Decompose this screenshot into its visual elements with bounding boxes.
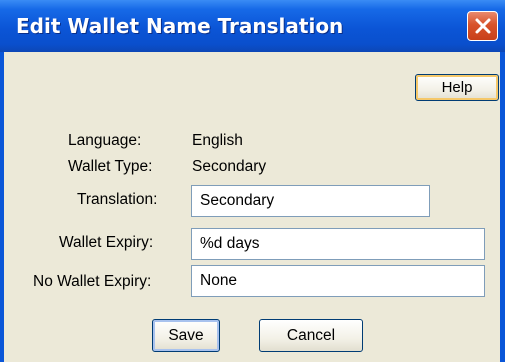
close-button[interactable] <box>467 11 498 41</box>
cancel-button[interactable]: Cancel <box>259 319 363 352</box>
language-label: Language: <box>68 132 142 149</box>
wallet-expiry-label: Wallet Expiry: <box>59 234 154 251</box>
no-wallet-expiry-input[interactable]: None <box>191 265 485 297</box>
dialog-title: Edit Wallet Name Translation <box>16 14 344 38</box>
help-button[interactable]: Help <box>415 74 499 101</box>
close-icon <box>475 18 491 34</box>
dialog-window: Edit Wallet Name Translation Help Langua… <box>0 0 505 362</box>
language-value: English <box>192 132 243 149</box>
translation-input[interactable]: Secondary <box>191 185 430 217</box>
dialog-body: Help Language: English Wallet Type: Seco… <box>4 52 500 362</box>
wallet-type-value: Secondary <box>192 158 267 175</box>
wallet-type-label: Wallet Type: <box>68 158 153 175</box>
translation-label: Translation: <box>77 191 158 208</box>
save-button[interactable]: Save <box>152 319 220 352</box>
title-bar[interactable]: Edit Wallet Name Translation <box>0 0 505 52</box>
wallet-expiry-input[interactable]: %d days <box>191 228 485 260</box>
no-wallet-expiry-label: No Wallet Expiry: <box>33 273 152 290</box>
